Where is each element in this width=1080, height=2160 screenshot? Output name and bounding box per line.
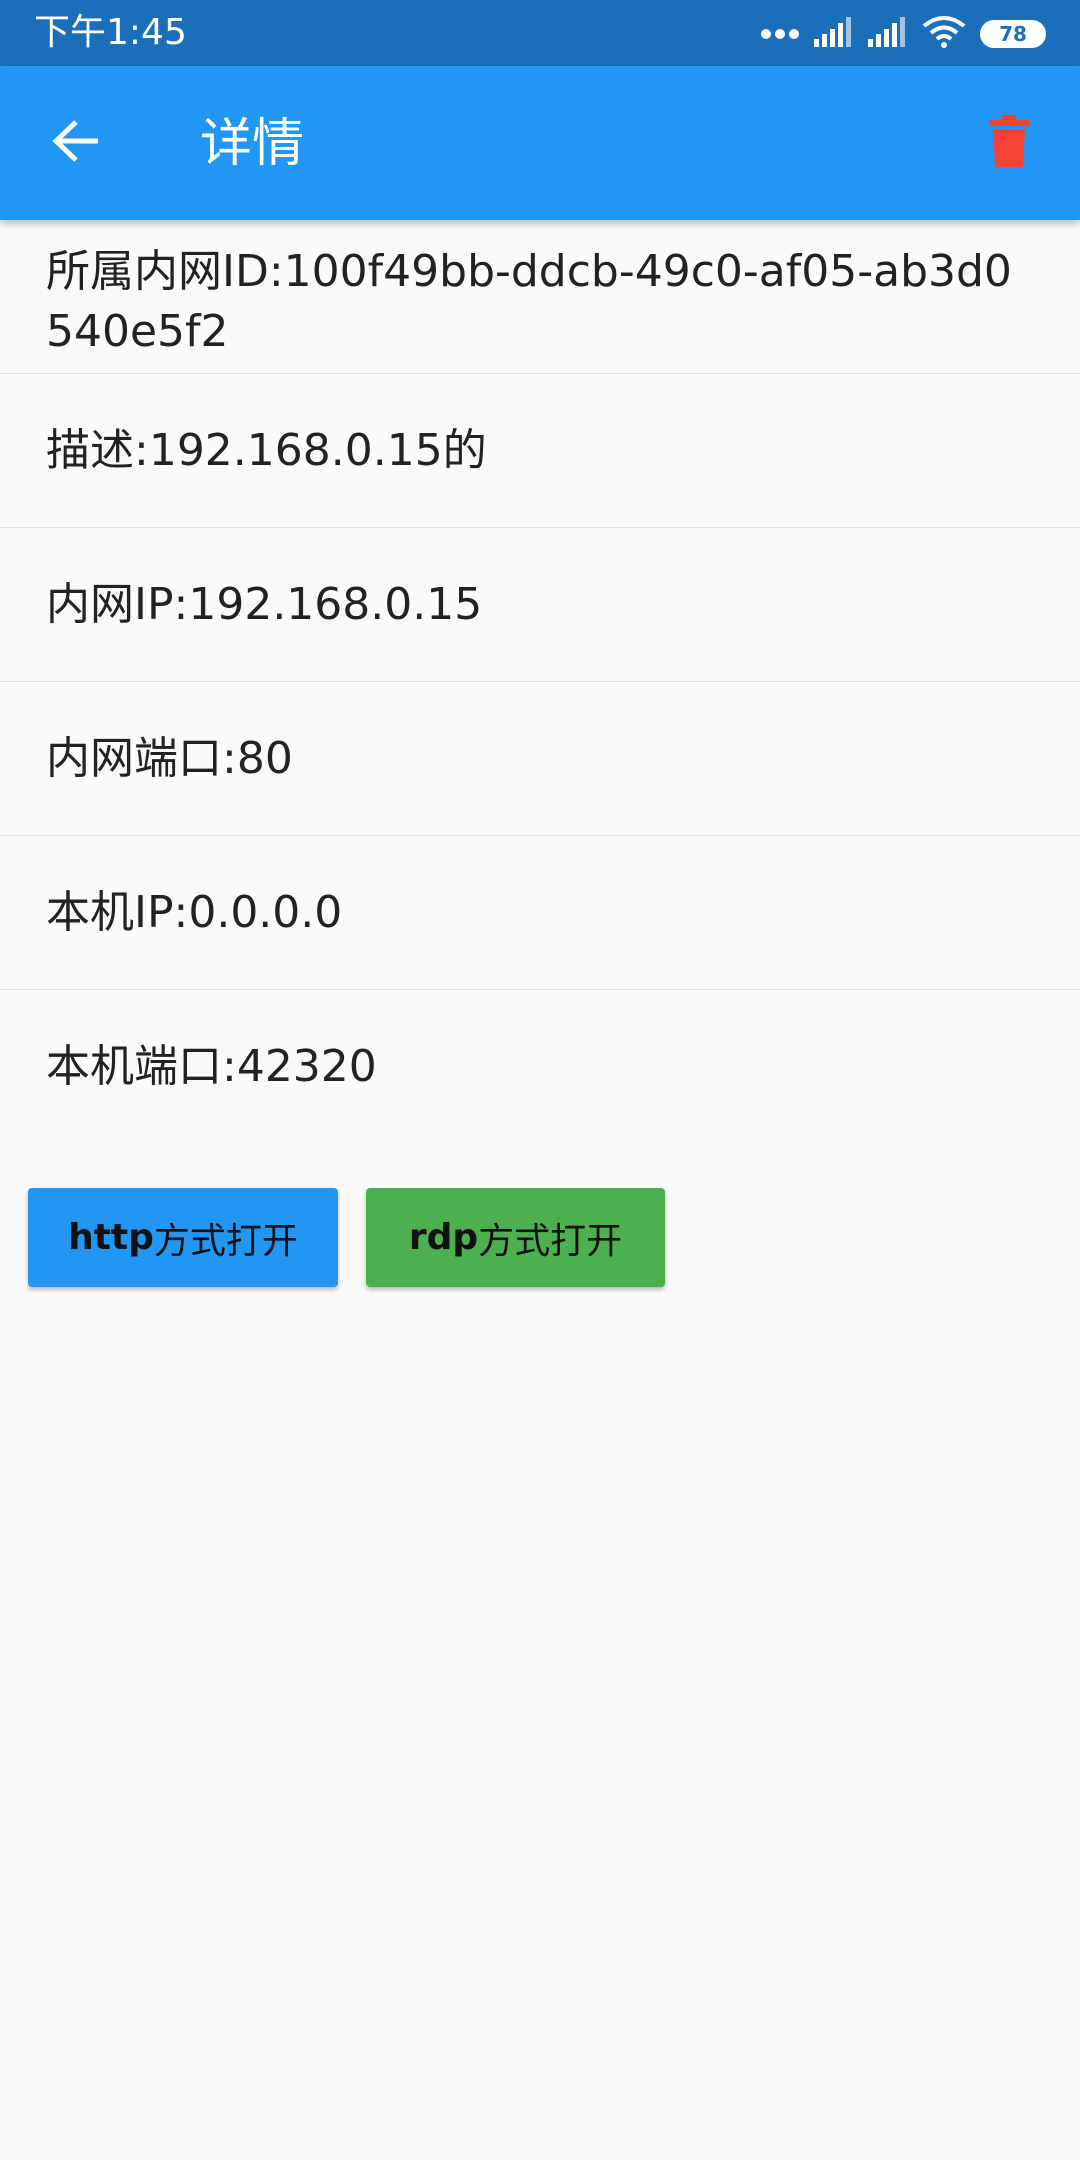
status-icons: 78 bbox=[760, 14, 1046, 54]
more-dots-icon bbox=[760, 25, 800, 44]
detail-list: 所属内网ID:100f49bb-ddcb-49c0-af05-ab3d0540e… bbox=[0, 220, 1080, 1144]
rdp-button-suffix: 方式打开 bbox=[478, 1220, 623, 1262]
app-bar: 详情 bbox=[0, 66, 1080, 220]
action-buttons: http 方式打开 rdp 方式打开 bbox=[0, 1188, 1080, 1288]
open-http-button[interactable]: http 方式打开 bbox=[28, 1188, 338, 1287]
battery-icon: 78 bbox=[980, 20, 1046, 48]
back-button[interactable] bbox=[40, 110, 114, 176]
rdp-button-prefix: rdp bbox=[408, 1217, 479, 1258]
signal-icon bbox=[868, 17, 908, 51]
status-time: 下午1:45 bbox=[34, 12, 187, 53]
trash-icon bbox=[989, 115, 1029, 171]
local-port-row: 本机端口:42320 bbox=[46, 1041, 377, 1092]
signal-icon bbox=[814, 17, 854, 51]
open-rdp-button[interactable]: rdp 方式打开 bbox=[366, 1188, 665, 1287]
wifi-icon bbox=[922, 16, 966, 52]
intranet-port-row: 内网端口:80 bbox=[0, 682, 1080, 836]
local-ip-row: 本机IP:0.0.0.0 bbox=[0, 836, 1080, 990]
back-arrow-icon bbox=[52, 119, 102, 167]
http-button-prefix: http bbox=[68, 1217, 154, 1258]
delete-button[interactable] bbox=[974, 110, 1044, 176]
page-title: 详情 bbox=[200, 114, 305, 174]
intranet-ip-row: 内网IP:192.168.0.15 bbox=[0, 528, 1080, 682]
description-row: 描述:192.168.0.15的 bbox=[0, 374, 1080, 528]
http-button-suffix: 方式打开 bbox=[153, 1220, 298, 1262]
status-bar: 下午1:45 78 bbox=[0, 0, 1080, 66]
intranet-id-row: 所属内网ID:100f49bb-ddcb-49c0-af05-ab3d0540e… bbox=[0, 220, 1080, 374]
